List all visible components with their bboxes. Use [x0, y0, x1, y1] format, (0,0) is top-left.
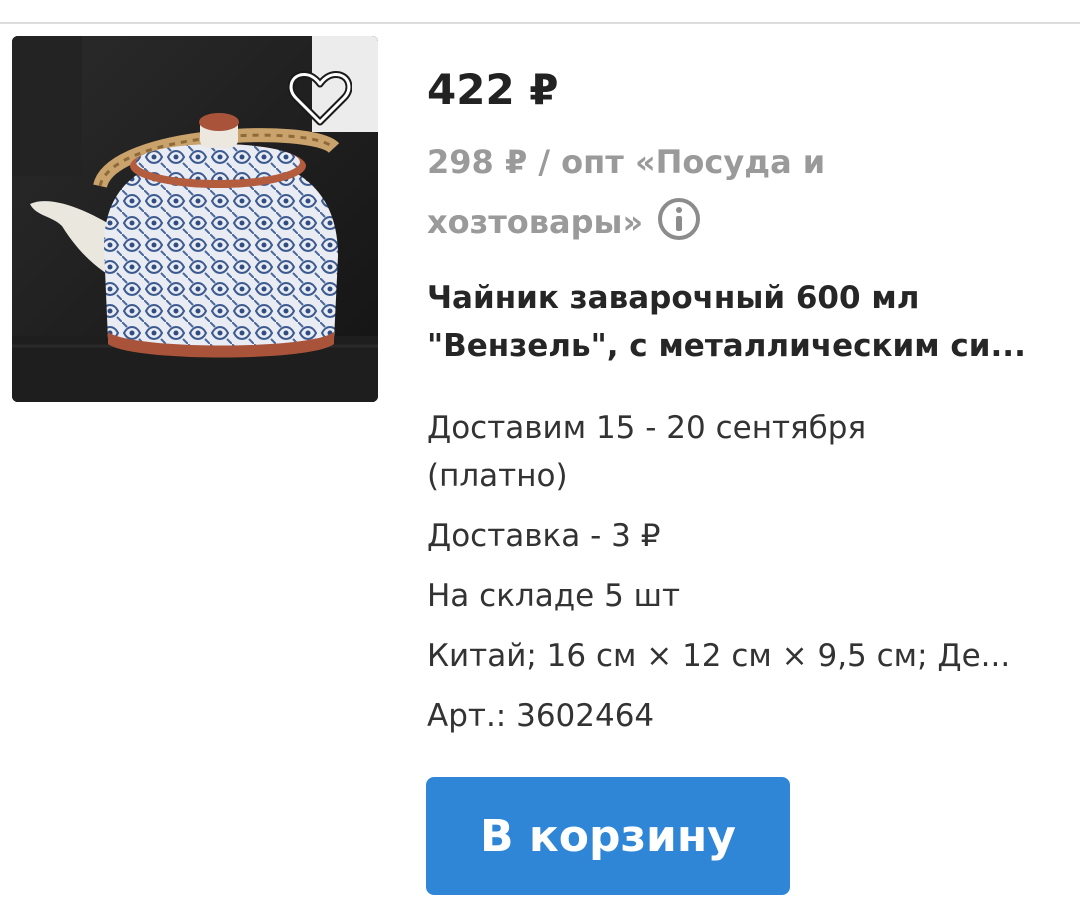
product-specs: Китай; 16 см × 12 см × 9,5 см; Де... — [427, 638, 1011, 674]
product-title-line2: "Вензель", с металлическим си... — [427, 328, 1026, 364]
stock-count: На складе 5 шт — [427, 578, 681, 614]
delivery-date-line1: Доставим 15 - 20 сентября — [427, 410, 867, 446]
product-title-line1: Чайник заварочный 600 мл — [427, 280, 920, 316]
delivery-cost: Доставка - 3 ₽ — [427, 518, 661, 554]
product-title[interactable]: Чайник заварочный 600 мл "Вензель", с ме… — [427, 274, 1057, 370]
top-divider — [0, 22, 1080, 24]
favorite-button[interactable] — [286, 68, 354, 130]
product-price: 422 ₽ — [427, 65, 559, 114]
wholesale-price: 298 ₽ / опт «Посуда и хозтовары» — [427, 132, 1027, 252]
heart-icon — [288, 71, 352, 126]
wholesale-price-text: хозтовары» — [427, 203, 644, 241]
delivery-date-line2: (платно) — [427, 458, 568, 494]
wholesale-price-line2: хозтовары» — [427, 192, 1027, 252]
info-icon[interactable] — [657, 197, 701, 241]
product-details: Доставим 15 - 20 сентября (платно) Доста… — [427, 404, 1047, 740]
wholesale-price-line1: 298 ₽ / опт «Посуда и — [427, 143, 826, 181]
article-number: Арт.: 3602464 — [427, 698, 655, 734]
add-to-cart-button[interactable]: В корзину — [426, 777, 790, 895]
